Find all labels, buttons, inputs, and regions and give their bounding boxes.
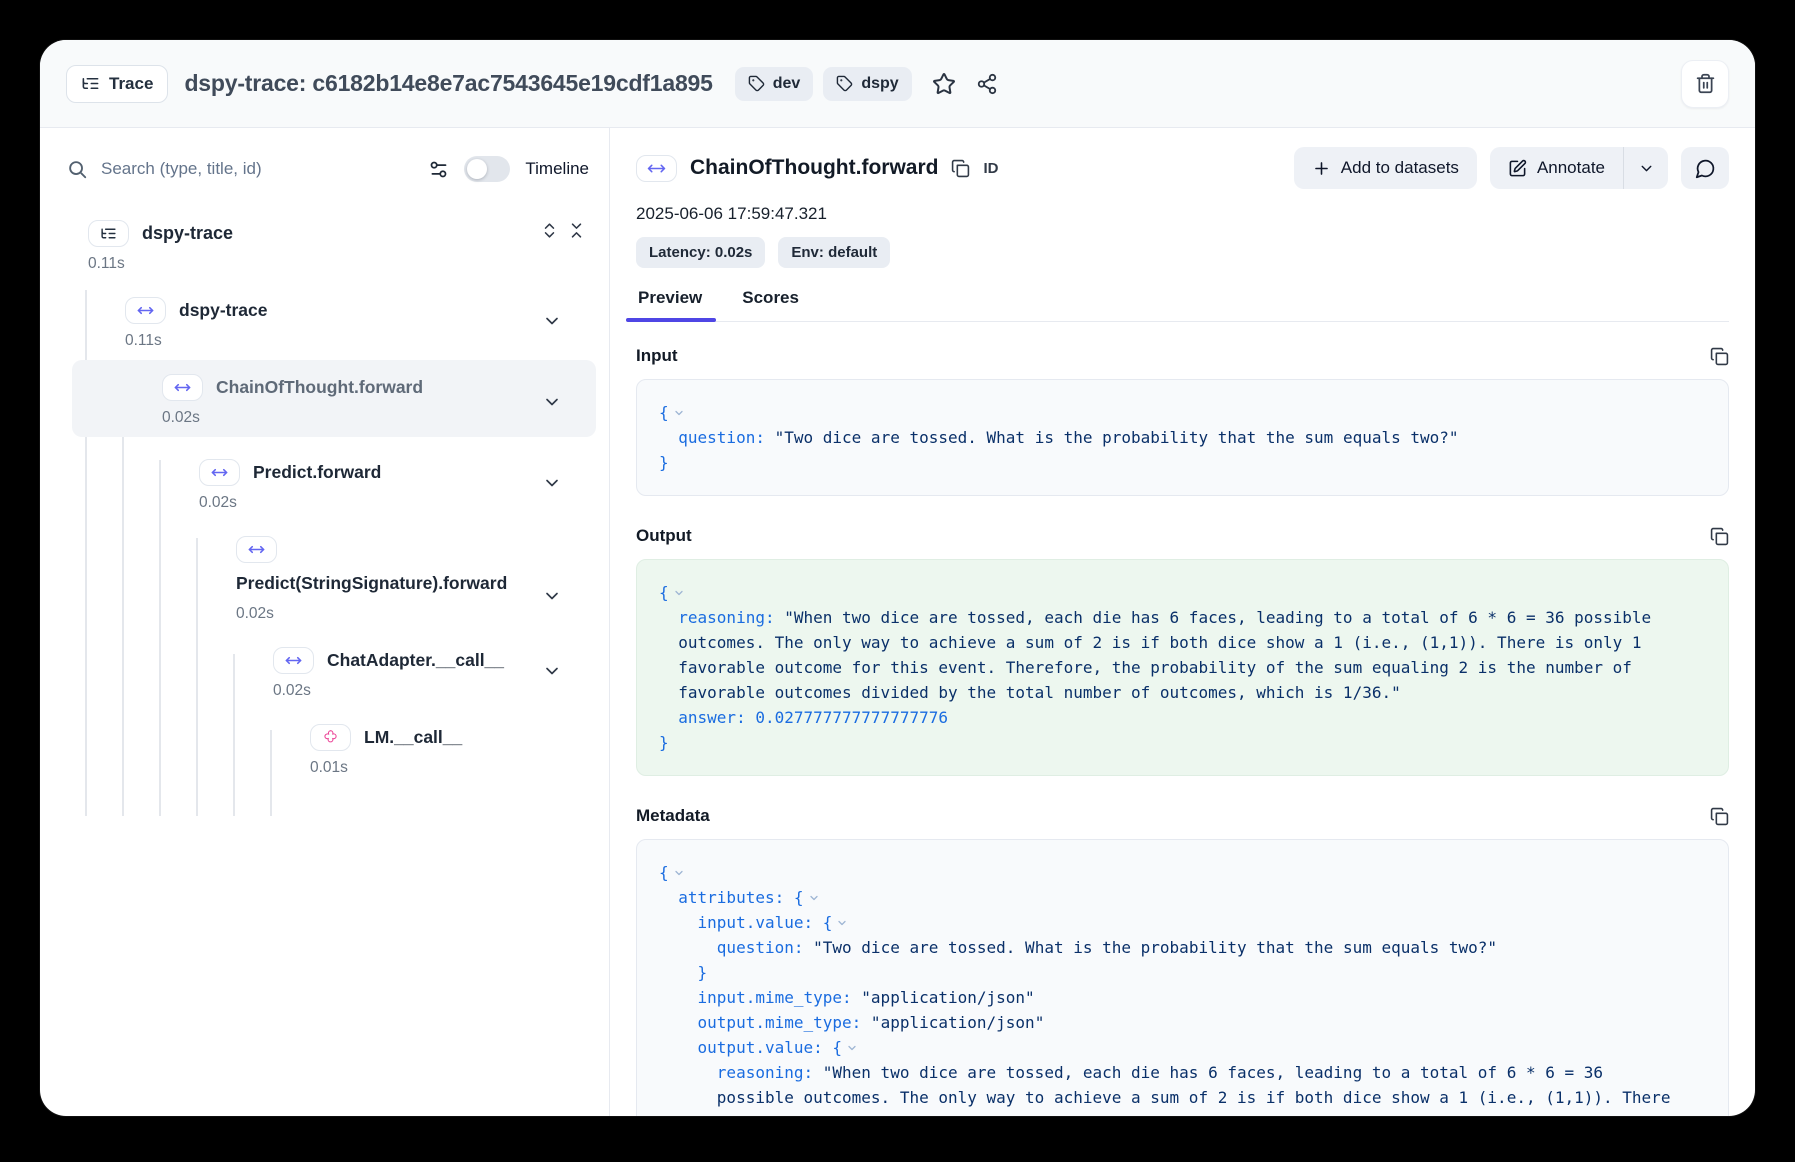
timeline-toggle[interactable] [464, 156, 510, 182]
section-title: Metadata [636, 806, 710, 826]
span-arrow-icon [273, 647, 314, 674]
generation-flower-icon [310, 724, 351, 751]
duration-label: 0.11s [88, 255, 609, 273]
tag-list: devdspy [735, 67, 912, 101]
list-tree-icon [81, 74, 100, 93]
chevron-down-icon[interactable] [542, 311, 562, 331]
trace-tree-icon [88, 220, 129, 247]
span-arrow-icon [162, 374, 203, 401]
section-title: Input [636, 346, 678, 366]
tab-scores[interactable]: Scores [740, 284, 801, 321]
tree-item-label: LM.__call__ [364, 727, 462, 748]
chevron-down-icon[interactable] [542, 392, 562, 412]
trace-type-label: Trace [109, 74, 153, 94]
duration-label: 0.01s [310, 759, 609, 777]
collapse-all-icon[interactable] [567, 221, 586, 240]
observation-detail: ChainOfThought.forward ID Add to dataset… [610, 128, 1755, 1116]
tree-item-label: ChainOfThought.forward [216, 377, 423, 398]
tree-item-predict-forward[interactable]: Predict.forward 0.02s [40, 457, 609, 512]
section-output: Output { reasoning: "When two dice are to… [636, 526, 1729, 776]
star-icon[interactable] [932, 72, 956, 96]
copy-icon [951, 159, 970, 178]
id-label[interactable]: ID [983, 160, 998, 177]
arrow-left-right-icon [647, 159, 666, 178]
section-input: Input { question: "Two dice are tossed. W… [636, 346, 1729, 496]
tree-item-label: dspy-trace [142, 223, 233, 244]
annotate-dropdown-button[interactable] [1624, 147, 1668, 189]
search-input[interactable] [101, 159, 415, 179]
tree-item-lm-call[interactable]: LM.__call__ 0.01s [40, 722, 609, 777]
span-arrow-icon [199, 459, 240, 486]
copy-id-button[interactable] [951, 159, 970, 178]
duration-label: 0.02s [273, 682, 609, 700]
chevron-down-icon [1638, 160, 1655, 177]
expand-all-icon[interactable] [540, 221, 559, 240]
latency-badge: Latency: 0.02s [636, 237, 765, 268]
comment-bubble-icon [1695, 158, 1716, 179]
tag-chip-dev[interactable]: dev [735, 67, 814, 101]
tag-chip-dspy[interactable]: dspy [823, 67, 911, 101]
copy-section-button[interactable] [1710, 527, 1729, 546]
section-title: Output [636, 526, 692, 546]
annotate-split-button: Annotate [1490, 147, 1668, 189]
copy-section-button[interactable] [1710, 807, 1729, 826]
tree-item-chainofthought-forward[interactable]: ChainOfThought.forward0.02s [40, 372, 609, 427]
trace-window: Trace dspy-trace: c6182b14e8e7ac7543645e… [40, 40, 1755, 1116]
json-code-block: { question: "Two dice are tossed. What i… [636, 379, 1729, 496]
tree-item-label: dspy-trace [179, 300, 268, 321]
page-title: dspy-trace: c6182b14e8e7ac7543645e19cdf1… [184, 70, 712, 97]
collapse-chevron-icon[interactable] [836, 917, 848, 929]
json-code-block: { attributes: { input.value: { question:… [636, 839, 1729, 1116]
span-type-badge [636, 155, 677, 182]
active-tab-underline [626, 318, 716, 322]
chevron-down-icon[interactable] [542, 586, 562, 606]
trash-icon [1695, 73, 1716, 94]
observation-title: ChainOfThought.forward [690, 156, 938, 180]
window-header: Trace dspy-trace: c6182b14e8e7ac7543645e… [40, 40, 1755, 128]
search-icon [66, 158, 88, 180]
span-arrow-icon [125, 297, 166, 324]
timestamp: 2025-06-06 17:59:47.321 [636, 204, 1729, 224]
trace-type-badge: Trace [66, 65, 168, 103]
tree-item-dspy-trace[interactable]: dspy-trace 0.11s [40, 218, 609, 273]
tree-item-label: Predict(StringSignature).forward [236, 573, 507, 594]
collapse-chevron-icon[interactable] [673, 587, 685, 599]
filter-settings-icon[interactable] [428, 159, 449, 180]
trace-sidebar: Timeline dspy-trace 0.11s dspy-trace 0.11s C… [40, 128, 610, 1116]
tab-preview[interactable]: Preview [636, 284, 704, 321]
timeline-label: Timeline [525, 159, 589, 179]
comments-button[interactable] [1681, 147, 1729, 189]
section-metadata: Metadata { attributes: { input.value: { q… [636, 806, 1729, 1116]
add-to-datasets-button[interactable]: Add to datasets [1294, 147, 1477, 189]
env-badge: Env: default [778, 237, 890, 268]
collapse-chevron-icon[interactable] [673, 867, 685, 879]
collapse-chevron-icon[interactable] [846, 1042, 858, 1054]
tree-item-predict-stringsignature-forward[interactable]: Predict(StringSignature).forward 0.02s [40, 534, 609, 623]
copy-section-button[interactable] [1710, 347, 1729, 366]
plus-icon [1312, 159, 1331, 178]
chevron-down-icon[interactable] [542, 661, 562, 681]
trace-tree: dspy-trace 0.11s dspy-trace 0.11s ChainOfTho… [40, 206, 609, 986]
tree-item-dspy-trace[interactable]: dspy-trace 0.11s [40, 295, 609, 350]
chevron-down-icon[interactable] [542, 473, 562, 493]
collapse-chevron-icon[interactable] [673, 407, 685, 419]
share-icon[interactable] [976, 73, 998, 95]
duration-label: 0.11s [125, 332, 609, 350]
tag-icon [836, 75, 853, 92]
annotate-button[interactable]: Annotate [1490, 147, 1623, 189]
span-arrow-icon [236, 536, 277, 563]
duration-label: 0.02s [199, 494, 609, 512]
tag-icon [748, 75, 765, 92]
tree-item-label: Predict.forward [253, 462, 381, 483]
collapse-chevron-icon[interactable] [808, 892, 820, 904]
detail-tabs: Preview Scores [636, 284, 1729, 322]
tree-item-chatadapter-call[interactable]: ChatAdapter.__call__ 0.02s [40, 645, 609, 700]
tree-item-label: ChatAdapter.__call__ [327, 650, 504, 671]
json-code-block: { reasoning: "When two dice are tossed, … [636, 559, 1729, 776]
edit-pencil-icon [1508, 159, 1527, 178]
delete-button[interactable] [1681, 60, 1729, 108]
duration-label: 0.02s [236, 605, 609, 623]
